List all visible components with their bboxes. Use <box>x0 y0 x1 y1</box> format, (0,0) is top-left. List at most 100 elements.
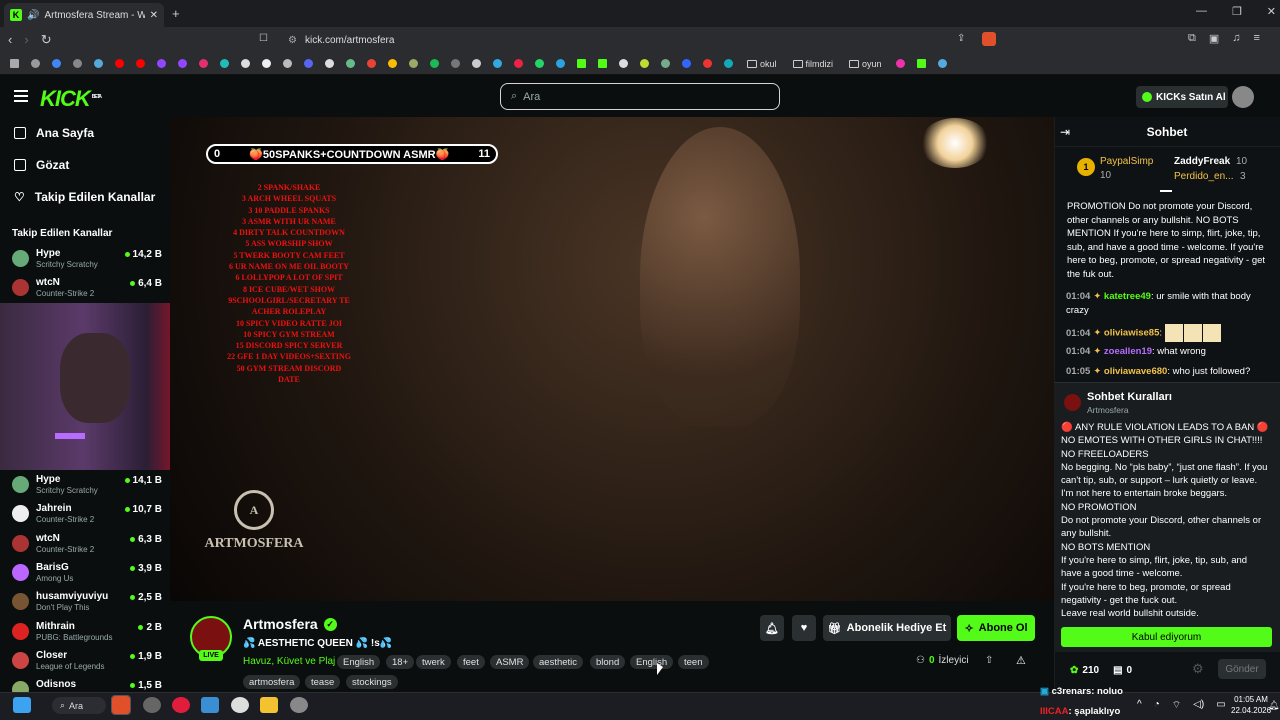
channel-item[interactable]: Odisnos 1,5 B <box>12 679 162 692</box>
twitch-icon[interactable] <box>172 57 193 71</box>
whatsapp-icon[interactable] <box>529 57 550 71</box>
brave-shield-icon[interactable] <box>982 32 996 46</box>
accept-rules-button[interactable]: Kabul ediyorum <box>1061 627 1272 647</box>
subscribe-button[interactable]: ✧ Abone Ol <box>957 615 1035 641</box>
tag-chip[interactable]: blond <box>590 655 626 669</box>
volume-icon[interactable]: ◁) <box>1193 699 1204 712</box>
message-user[interactable]: oliviawave680 <box>1104 366 1167 377</box>
tag-chip[interactable]: feet <box>457 655 485 669</box>
sidebar-item-following[interactable]: ♡ Takip Edilen Kanallar <box>14 190 155 204</box>
share-icon[interactable]: ⇪ <box>957 33 965 44</box>
bookmark-icon[interactable] <box>655 57 676 71</box>
tag-chip[interactable]: aesthetic <box>533 655 584 669</box>
brave-taskbar-icon[interactable] <box>111 695 131 715</box>
bookmark-icon[interactable] <box>634 57 655 71</box>
media-icon[interactable]: ♫ <box>1232 32 1240 45</box>
bookmark-icon[interactable] <box>676 57 697 71</box>
photos-taskbar-icon[interactable] <box>201 697 219 713</box>
channel-item[interactable]: Hype Scritchy Scratchy 14,1 B <box>12 474 162 498</box>
new-tab-icon[interactable]: + <box>172 6 180 21</box>
tag-chip[interactable]: English <box>337 655 381 669</box>
channel-item[interactable]: husamviyuviyu Don't Play This 2,5 B <box>12 591 162 615</box>
twitch-icon[interactable] <box>151 57 172 71</box>
steam-taskbar-icon[interactable] <box>290 697 308 713</box>
channel-item[interactable]: wtcN Counter-Strike 2 6,4 B <box>12 277 162 301</box>
back-icon[interactable]: ‹ <box>8 32 12 48</box>
share-icon[interactable]: ⇧ <box>985 655 993 666</box>
tag-chip[interactable]: ASMR <box>490 655 530 669</box>
close-tab-icon[interactable]: ✕ <box>150 10 158 21</box>
kicks-balance[interactable]: ✿ 210 <box>1070 665 1099 676</box>
bookmark-icon[interactable] <box>88 57 109 71</box>
message-user[interactable]: katetree49 <box>1104 291 1151 302</box>
gifter-name[interactable]: ZaddyFreak <box>1174 156 1230 167</box>
streamer-name[interactable]: Artmosfera ✓ <box>243 616 337 632</box>
url-field[interactable]: ⚙ kick.com/artmosfera <box>280 30 1000 50</box>
forward-icon[interactable]: › <box>24 32 28 48</box>
bookmark-icon[interactable] <box>445 57 466 71</box>
kick-icon[interactable] <box>911 57 932 71</box>
maximize-icon[interactable]: ❐ <box>1232 5 1242 18</box>
history-icon[interactable] <box>25 57 46 71</box>
tag-chip[interactable]: stockings <box>346 675 398 689</box>
message-user[interactable]: zoeallen19 <box>1104 346 1152 357</box>
tiktok-icon[interactable] <box>256 57 277 71</box>
bookmark-icon[interactable] <box>508 57 529 71</box>
kick-logo[interactable]: KICK BETA <box>40 86 102 112</box>
file-explorer-taskbar-icon[interactable] <box>260 697 278 713</box>
channel-item[interactable]: Mithrain PUBG: Battlegrounds 2 B <box>12 621 162 645</box>
tag-chip[interactable]: artmosfera <box>243 675 301 689</box>
gmail-icon[interactable] <box>361 57 382 71</box>
media-player-taskbar-icon[interactable] <box>172 697 190 713</box>
bookmark-icon[interactable] <box>613 57 634 71</box>
bookmark-folder-filmdizi[interactable]: filmdizi <box>792 59 833 69</box>
edge-icon[interactable] <box>487 57 508 71</box>
sidebar-item-home[interactable]: Ana Sayfa <box>14 126 94 140</box>
bookmark-icon[interactable] <box>890 57 911 71</box>
pinned-divider-icon[interactable] <box>1160 190 1172 192</box>
sidebar-toggle-icon[interactable]: ▣ <box>1209 32 1219 45</box>
send-button[interactable]: Gönder <box>1218 659 1266 679</box>
instagram-icon[interactable] <box>193 57 214 71</box>
bookmark-icon[interactable] <box>932 57 953 71</box>
x-icon[interactable] <box>235 57 256 71</box>
windows-start-icon[interactable] <box>13 697 31 713</box>
youtube-icon[interactable] <box>130 57 151 71</box>
notifications-bell-icon[interactable]: 🔔︎ <box>1268 700 1279 711</box>
github-icon[interactable] <box>466 57 487 71</box>
github-taskbar-icon[interactable] <box>231 697 249 713</box>
chat-settings-icon[interactable]: ⚙ <box>1192 661 1204 677</box>
menu-icon[interactable]: ≡ <box>1254 32 1260 45</box>
google-icon[interactable] <box>46 57 67 71</box>
channel-item[interactable]: Jahrein Counter-Strike 2 10,7 B <box>12 503 162 527</box>
taskbar-clock[interactable]: 01:05 AM 22.04.2026 <box>1231 694 1271 716</box>
apps-icon[interactable] <box>4 57 25 71</box>
bookmark-icon[interactable] <box>277 57 298 71</box>
channel-item[interactable]: Hype Scritchy Scratchy 14,2 B <box>12 248 162 272</box>
bookmark-folder-oyun[interactable]: oyun <box>849 59 882 69</box>
gifter-name[interactable]: Perdido_en... <box>1174 171 1234 182</box>
bookmark-icon[interactable] <box>697 57 718 71</box>
bookmark-icon[interactable] <box>319 57 340 71</box>
taskbar-search[interactable]: ⌕ Ara <box>52 697 106 714</box>
minimize-icon[interactable]: — <box>1196 5 1207 18</box>
tag-chip[interactable]: English <box>630 655 674 669</box>
sidebar-item-browse[interactable]: Gözat <box>14 158 69 172</box>
extensions-icon[interactable]: ⧉ <box>1188 32 1196 45</box>
browser-tab[interactable]: K 🔊 Artmosfera Stream - Watch L... ✕ <box>4 3 164 27</box>
channel-item[interactable]: wtcN Counter-Strike 2 6,3 B <box>12 533 162 557</box>
bookmark-icon[interactable]: ☐ <box>259 33 268 44</box>
discord-icon[interactable] <box>298 57 319 71</box>
buy-kicks-button[interactable]: KICKs Satın Al <box>1136 86 1228 108</box>
category-link[interactable]: Havuz, Küvet ve Plaj <box>243 656 335 667</box>
bookmark-icon[interactable] <box>403 57 424 71</box>
collapse-chat-icon[interactable]: ⇥ <box>1060 125 1070 139</box>
gift-sub-button[interactable]: 🎁︎ Abonelik Hediye Et <box>823 615 951 641</box>
reload-icon[interactable]: ↻ <box>41 32 52 48</box>
report-icon[interactable]: ⚠ <box>1016 654 1026 667</box>
tag-chip[interactable]: teen <box>678 655 709 669</box>
spotify-icon[interactable] <box>424 57 445 71</box>
app-taskbar-icon[interactable] <box>143 697 161 713</box>
tag-chip[interactable]: 18+ <box>386 655 415 669</box>
bookmark-icon[interactable] <box>67 57 88 71</box>
